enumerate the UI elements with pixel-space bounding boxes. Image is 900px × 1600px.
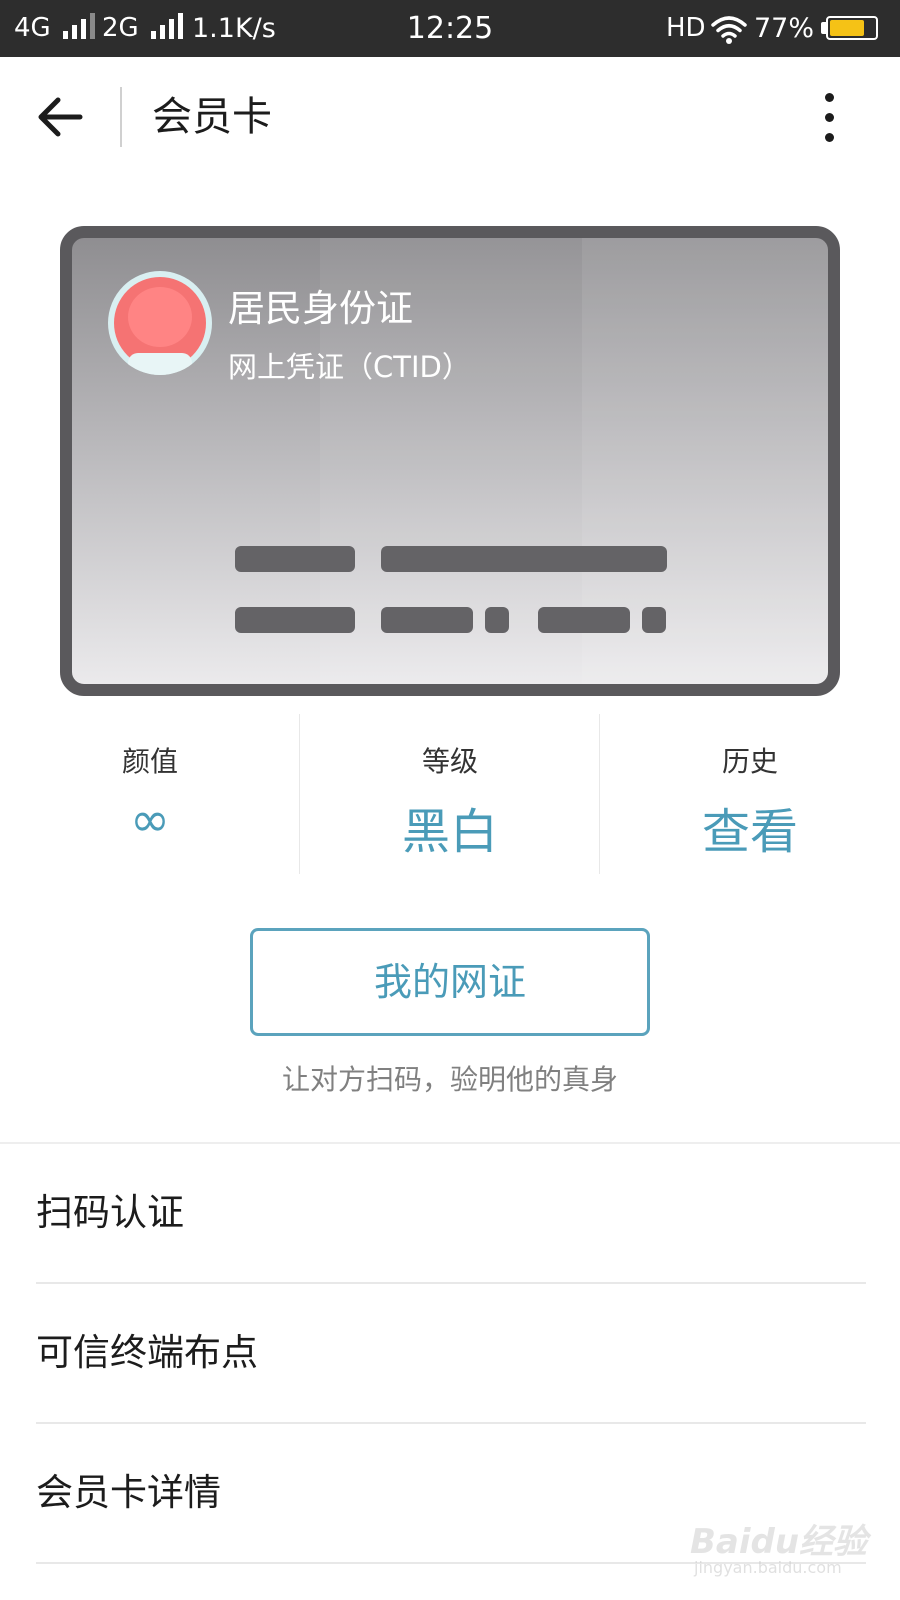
battery-percent: 77% — [754, 13, 815, 44]
masked-field — [485, 607, 509, 633]
masked-field — [235, 607, 355, 633]
card-subtitle: 网上凭证（CTID） — [228, 350, 471, 384]
more-dot — [825, 133, 834, 142]
view-history-link[interactable]: 查看 — [600, 792, 900, 862]
app-header: 会员卡 — [0, 57, 900, 177]
stat-label: 历史 — [721, 745, 778, 778]
menu-item-trusted-terminals[interactable]: 可信终端布点 — [0, 1284, 900, 1424]
my-certificate-button[interactable]: 我的网证 — [250, 928, 650, 1036]
watermark-text: Baidu经验 — [690, 1522, 868, 1562]
hd-indicator: HD — [666, 13, 706, 43]
stat-label: 等级 — [421, 745, 478, 778]
masked-field — [235, 546, 355, 572]
certificate-hint: 让对方扫码，验明他的真身 — [281, 1063, 618, 1096]
baidu-watermark: Baidu经验 jingyan.baidu.com — [690, 1506, 890, 1586]
card-stats: 颜值 ∞ 等级 黑白 历史 查看 — [0, 714, 900, 874]
more-dot — [825, 113, 834, 122]
watermark-url: jingyan.baidu.com — [694, 1558, 842, 1577]
masked-field — [381, 546, 667, 572]
more-vertical-icon — [825, 93, 834, 102]
stat-label: 颜值 — [121, 745, 178, 778]
card-avatar — [108, 271, 212, 375]
masked-field — [381, 607, 473, 633]
menu-item-label: 会员卡详情 — [36, 1471, 221, 1514]
stat-value: ∞ — [130, 792, 170, 848]
menu-item-scan-verify[interactable]: 扫码认证 — [0, 1144, 900, 1284]
battery-icon — [826, 16, 878, 40]
membership-card[interactable]: 居民身份证 网上凭证（CTID） — [60, 226, 840, 696]
page-title: 会员卡 — [152, 94, 272, 140]
avatar-base — [128, 353, 192, 375]
menu-item-label: 扫码认证 — [36, 1191, 184, 1234]
back-arrow-icon — [38, 97, 83, 137]
menu-item-label: 可信终端布点 — [36, 1331, 258, 1374]
header-divider — [120, 87, 122, 147]
stat-level: 等级 黑白 — [300, 714, 600, 874]
status-bar: 4G 2G 1.1K/s 12:25 HD 77% — [0, 0, 900, 57]
more-options-button[interactable] — [810, 87, 850, 147]
stat-appearance: 颜值 ∞ — [0, 714, 300, 874]
masked-field — [642, 607, 666, 633]
back-button[interactable] — [30, 87, 90, 147]
card-title: 居民身份证 — [228, 287, 413, 330]
battery-fill — [830, 20, 864, 36]
stat-history[interactable]: 历史 查看 — [600, 714, 900, 874]
wifi-icon — [710, 0, 748, 57]
masked-field — [538, 607, 630, 633]
stat-value: 黑白 — [401, 804, 498, 860]
